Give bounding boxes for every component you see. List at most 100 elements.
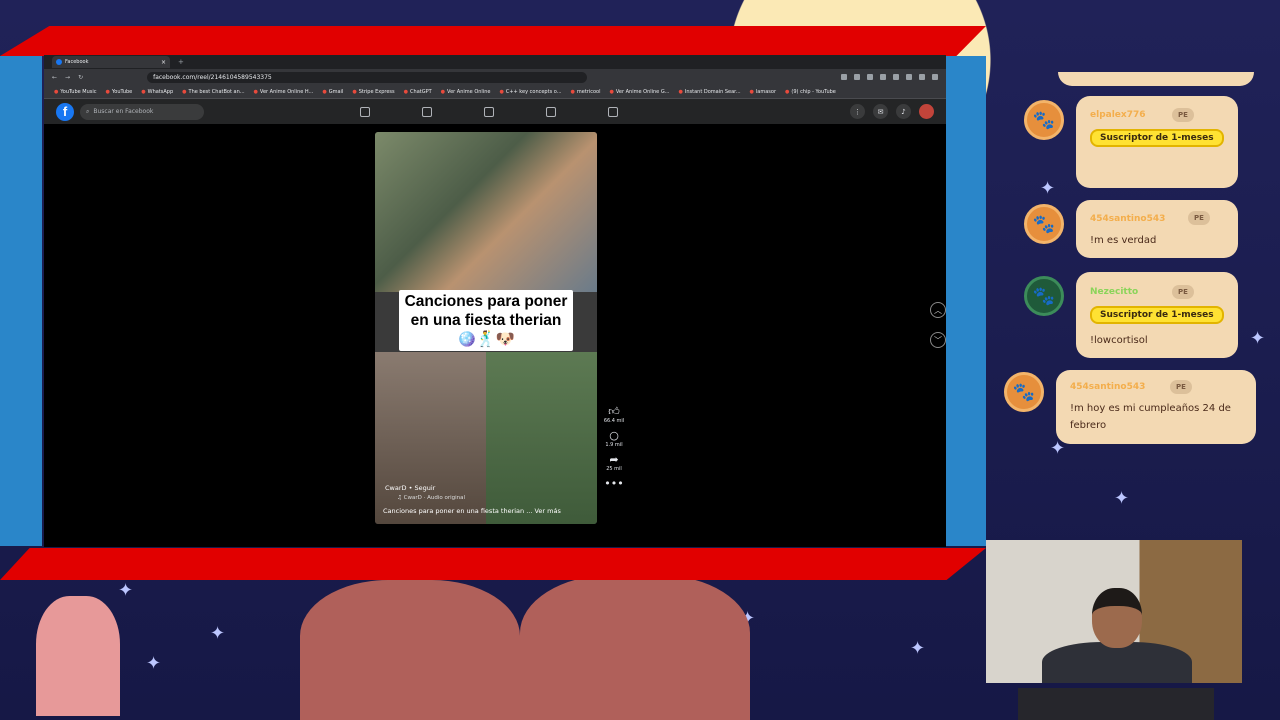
star-icon: ✦ xyxy=(1050,438,1066,459)
extension-icon[interactable] xyxy=(880,74,886,80)
bookmark-item[interactable]: C++ key concepts o... xyxy=(499,89,562,95)
address-toolbar: ← → ↻ facebook.com/reel/2146104589543375 xyxy=(44,69,946,85)
new-tab-button[interactable]: + xyxy=(178,58,184,66)
tab-title: Facebook xyxy=(65,59,89,65)
facebook-favicon-icon xyxy=(56,59,62,65)
reel-caption-overlay: Canciones para poner en una fiesta theri… xyxy=(399,290,573,351)
chat-username: 454santino543 xyxy=(1070,382,1146,392)
bookmark-item[interactable]: YouTube xyxy=(106,89,132,95)
chat-username: elpalex776 xyxy=(1090,110,1146,120)
like-count: 66.4 mil xyxy=(603,418,625,424)
thumbs-up-icon: 👍︎ xyxy=(608,405,620,418)
more-icon: ••• xyxy=(604,477,624,490)
chat-avatar: 🐾 xyxy=(1004,372,1044,412)
facebook-logo[interactable]: f xyxy=(56,102,74,121)
messenger-icon[interactable]: ✉ xyxy=(873,104,888,119)
star-icon: ✦ xyxy=(1250,328,1266,349)
bookmark-item[interactable]: Ver Anime Online G... xyxy=(609,89,670,95)
marketplace-icon[interactable] xyxy=(608,106,618,117)
profile-avatar[interactable] xyxy=(919,104,934,119)
search-icon: ⌕ xyxy=(86,107,90,115)
streamer-body xyxy=(1042,642,1192,683)
facebook-main-nav xyxy=(360,106,618,117)
reel-video[interactable]: Canciones para poner en una fiesta theri… xyxy=(375,132,597,524)
megaphone-icon[interactable] xyxy=(546,106,556,117)
reel-audio[interactable]: ♫ CwarD · Audio original xyxy=(397,495,465,501)
forward-icon[interactable]: → xyxy=(65,74,70,81)
extension-icons xyxy=(841,74,938,80)
share-count: 25 mil xyxy=(606,466,622,472)
back-icon[interactable]: ← xyxy=(52,74,57,81)
reel-photo-top xyxy=(375,132,597,292)
notifications-bell-icon[interactable]: ♪ xyxy=(896,104,911,119)
url-text: facebook.com/reel/2146104589543375 xyxy=(153,73,272,81)
reload-icon[interactable]: ↻ xyxy=(78,74,83,81)
browser-window: Facebook × + ← → ↻ facebook.com/reel/214… xyxy=(44,55,946,547)
more-options-button[interactable]: ••• xyxy=(604,478,623,490)
star-icon: ✦ xyxy=(210,623,226,644)
facebook-header: f ⌕ Buscar en Facebook ⋮ ✉ ♪ xyxy=(44,99,946,124)
extension-icon[interactable] xyxy=(932,74,938,80)
bookmark-item[interactable]: YouTube Music xyxy=(54,89,96,95)
webcam-stand xyxy=(1018,688,1214,720)
reel-description[interactable]: Canciones para poner en una fiesta theri… xyxy=(383,507,561,515)
bookmark-item[interactable]: (9) chip - YouTube xyxy=(785,89,835,95)
menu-grid-icon[interactable]: ⋮ xyxy=(850,104,865,119)
decorative-hand-left xyxy=(300,580,520,720)
tab-facebook[interactable]: Facebook × xyxy=(52,56,170,68)
comment-icon: ○ xyxy=(609,429,619,442)
chat-message-partial xyxy=(1058,72,1254,86)
bookmarks-bar: YouTube Music YouTube WhatsApp The best … xyxy=(44,85,946,99)
extension-icon[interactable] xyxy=(906,74,912,80)
country-badge: PE xyxy=(1170,380,1192,394)
frame-top-bar xyxy=(0,26,986,56)
extension-icon[interactable] xyxy=(893,74,899,80)
bookmark-item[interactable]: Ver Anime Online xyxy=(441,89,490,95)
extension-icon[interactable] xyxy=(867,74,873,80)
video-icon[interactable] xyxy=(484,106,494,117)
country-badge: PE xyxy=(1172,285,1194,299)
frame-right-panel xyxy=(946,56,986,546)
search-placeholder: Buscar en Facebook xyxy=(93,108,154,115)
previous-reel-button[interactable]: ︿ xyxy=(930,302,946,318)
chat-text: !m hoy es mi cumpleaños 24 de febrero xyxy=(1070,403,1231,431)
pages-flag-icon[interactable] xyxy=(422,106,432,117)
chat-text: !lowcortisol xyxy=(1090,335,1148,346)
share-button[interactable]: ➦ 25 mil xyxy=(606,454,622,473)
frame-left-panel xyxy=(0,56,42,546)
reel-author[interactable]: CwarD • Seguir xyxy=(385,484,435,492)
close-tab-icon[interactable]: × xyxy=(161,59,166,66)
star-icon: ✦ xyxy=(1040,178,1056,199)
bookmark-item[interactable]: lamasor xyxy=(750,89,776,95)
country-badge: PE xyxy=(1188,211,1210,225)
extension-icon[interactable] xyxy=(841,74,847,80)
next-reel-button[interactable]: ﹀ xyxy=(930,332,946,348)
chat-text: !m es verdad xyxy=(1090,235,1157,246)
bookmark-item[interactable]: Instant Domain Sear... xyxy=(679,89,741,95)
address-bar[interactable]: facebook.com/reel/2146104589543375 xyxy=(147,71,588,83)
bookmark-item[interactable]: metricool xyxy=(571,89,601,95)
like-button[interactable]: 👍︎ 66.4 mil xyxy=(603,405,625,425)
bookmark-item[interactable]: WhatsApp xyxy=(141,89,174,95)
extension-icon[interactable] xyxy=(919,74,925,80)
home-icon[interactable] xyxy=(360,106,370,117)
bookmark-item[interactable]: The best ChatBot an... xyxy=(182,89,245,95)
facebook-search-input[interactable]: ⌕ Buscar en Facebook xyxy=(80,103,204,120)
reel-photo-bottom-right xyxy=(486,352,597,524)
frame-bottom-bar xyxy=(0,548,986,580)
bookmark-item[interactable]: Stripe Express xyxy=(352,89,395,95)
extension-icon[interactable] xyxy=(854,74,860,80)
bookmark-item[interactable]: Gmail xyxy=(322,89,344,95)
chat-avatar: 🐾 xyxy=(1024,204,1064,244)
facebook-right-controls: ⋮ ✉ ♪ xyxy=(850,104,934,119)
star-icon: ✦ xyxy=(910,638,926,659)
subscriber-badge: Suscriptor de 1-meses xyxy=(1090,129,1224,147)
reel-viewer: Canciones para poner en una fiesta theri… xyxy=(44,124,946,534)
chat-username: 454santino543 xyxy=(1090,214,1166,224)
bookmark-item[interactable]: ChatGPT xyxy=(404,89,432,95)
star-icon: ✦ xyxy=(1114,488,1130,509)
bookmark-item[interactable]: Ver Anime Online H... xyxy=(254,89,313,95)
star-icon: ✦ xyxy=(118,580,134,601)
comment-button[interactable]: ○ 1.9 mil xyxy=(605,429,622,449)
tab-strip: Facebook × + xyxy=(44,55,946,69)
